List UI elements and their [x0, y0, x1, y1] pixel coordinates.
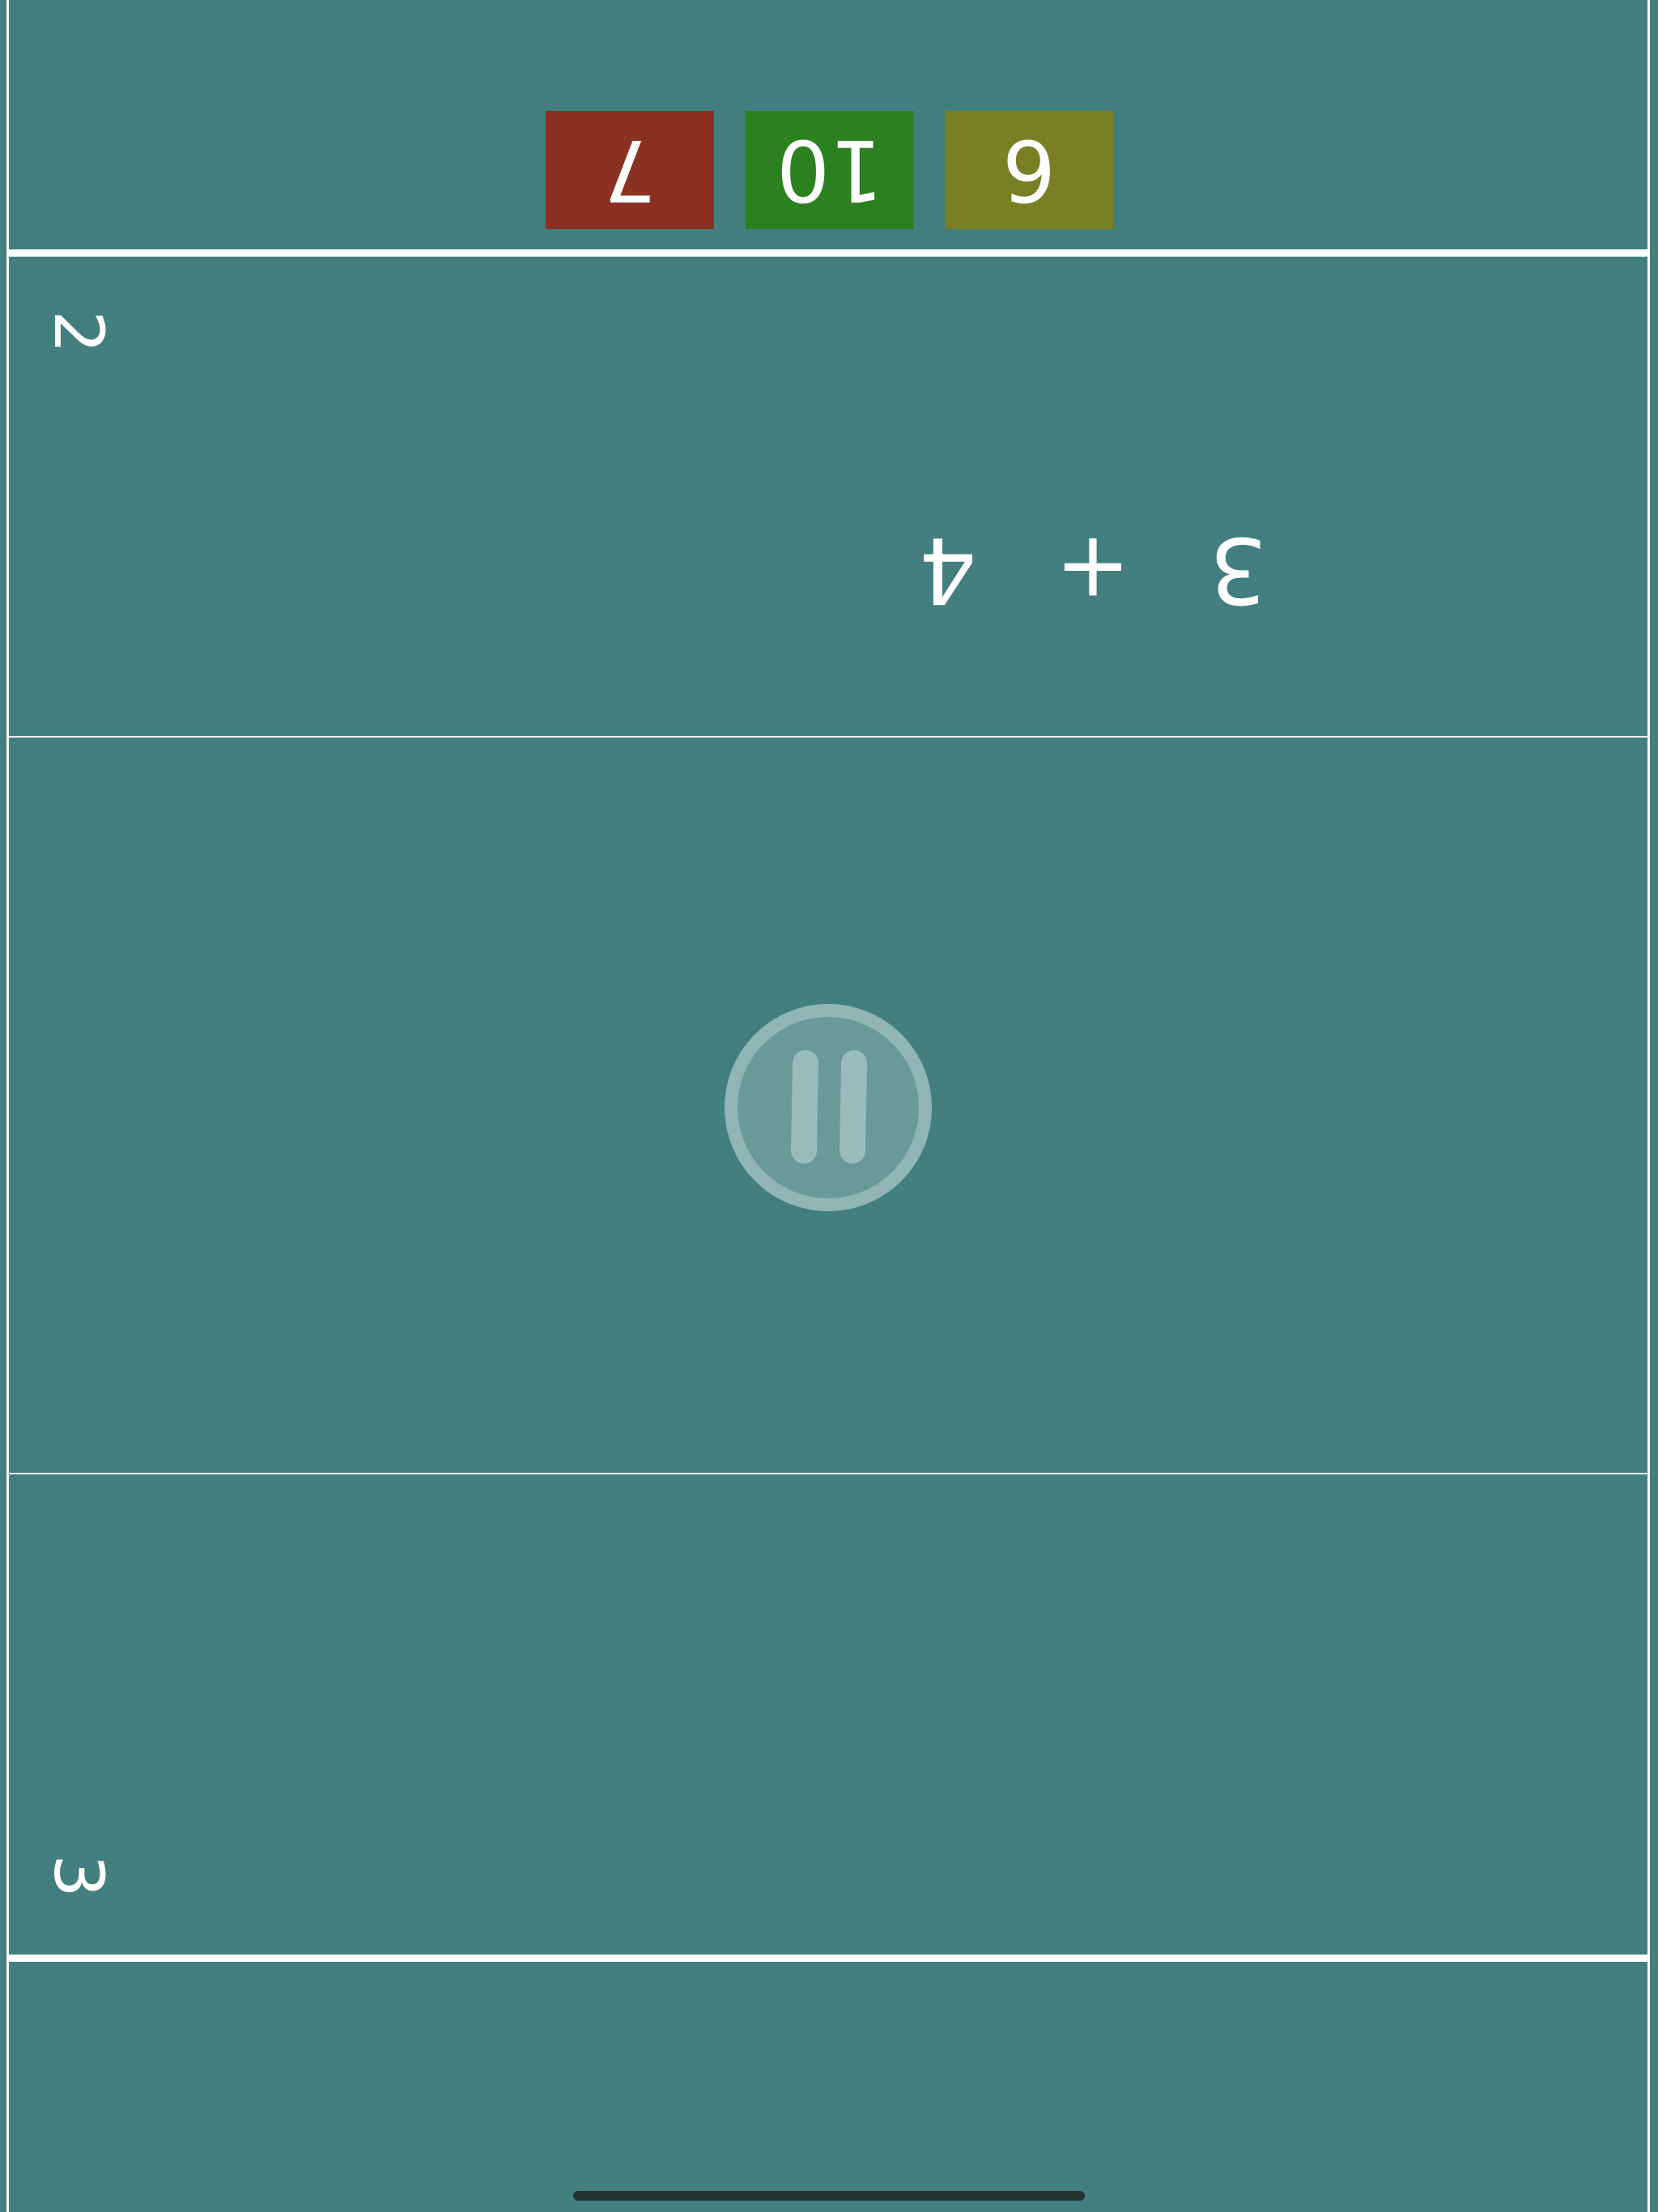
answer-choice-1[interactable]: 7	[546, 111, 714, 229]
top-player-score: 2	[39, 310, 118, 354]
top-divider	[6, 736, 1650, 738]
equation-operator: +	[1055, 517, 1131, 622]
equation-left-operand: 3	[1209, 517, 1267, 622]
home-indicator[interactable]	[573, 2191, 1085, 2201]
right-border-line	[1647, 0, 1650, 2212]
pause-button[interactable]	[725, 1004, 932, 1211]
left-border-line	[6, 0, 9, 2212]
bottom-player-score: 3	[39, 1854, 118, 1898]
bottom-play-area-boundary	[6, 1955, 1650, 1962]
answer-choice-3[interactable]: 6	[945, 111, 1113, 229]
top-play-area-boundary	[6, 249, 1650, 257]
answer-choice-2-value: 10	[776, 121, 884, 219]
equation-right-operand: 4	[919, 517, 977, 622]
answer-choice-2[interactable]: 10	[746, 111, 914, 229]
pause-icon	[725, 1004, 932, 1211]
answer-choice-3-value: 6	[1001, 121, 1056, 219]
answer-choice-1-value: 7	[602, 121, 657, 219]
bottom-divider	[6, 1473, 1650, 1474]
equation: 3 + 4	[919, 517, 1267, 622]
